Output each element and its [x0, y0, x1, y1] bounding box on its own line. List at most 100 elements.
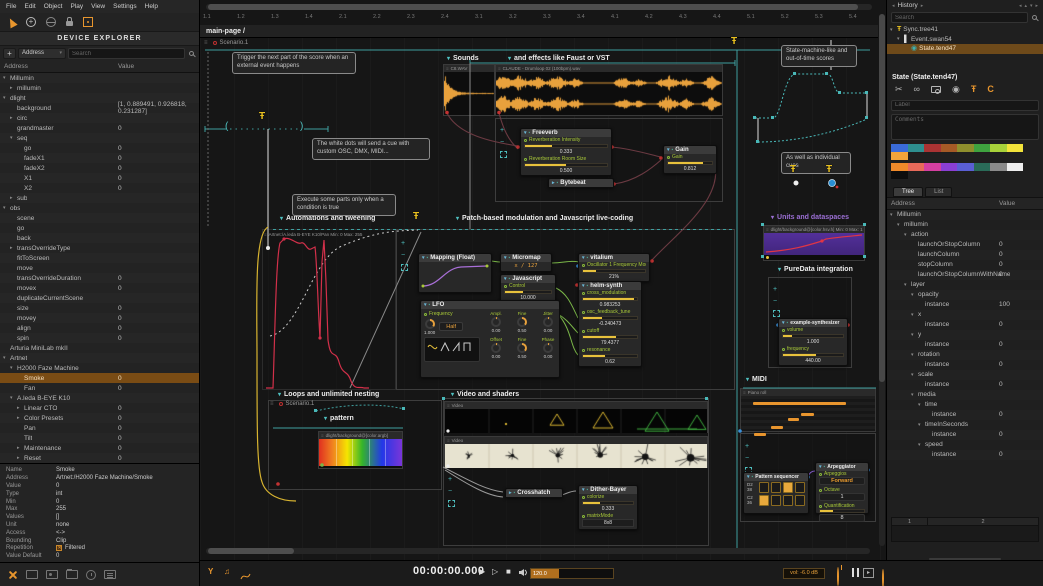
scenario-canvas[interactable]: 1.1 1.2 1.3 1.4 2.1 2.2 2.3 2.4 3.1 3.2 3.3 3.4 4.1 4…	[200, 0, 886, 560]
note-icon[interactable]: ♫	[224, 568, 230, 576]
menu-item[interactable]: Play	[70, 3, 83, 10]
message-icon[interactable]	[26, 570, 38, 579]
tree-row[interactable]: instance 0	[887, 410, 1043, 420]
cue-trigger-icon[interactable]: Ŧ	[826, 165, 832, 175]
tree-row[interactable]: ▾ Artnet	[0, 353, 199, 363]
tree-row[interactable]: ▾ time	[887, 400, 1043, 410]
speaker-icon[interactable]	[518, 568, 528, 579]
tree-row[interactable]: instance 0	[887, 360, 1043, 370]
palette-swatch[interactable]	[891, 151, 908, 160]
param-value[interactable]: Forward	[819, 477, 865, 485]
crossing-arrows-icon[interactable]	[8, 570, 18, 580]
tree-row[interactable]: go 0	[0, 143, 199, 153]
loops-label[interactable]: ▾ Loops and unlimited nesting	[278, 391, 379, 398]
address-dropdown[interactable]: Address ▾	[18, 48, 66, 59]
node-lfo[interactable]: ▾ ▪ LFO Frequency 1.000 Half Ampl. 0.00 …	[420, 300, 560, 378]
video-clip-2[interactable]: ≡ Video	[444, 436, 708, 468]
tree-row[interactable]: instance 0	[887, 430, 1043, 440]
automations-label[interactable]: ▾ Automations and tweening	[280, 215, 375, 222]
step-cell[interactable]	[759, 495, 769, 506]
tree-row[interactable]: ▾ obs	[0, 203, 199, 213]
panel-down-icon[interactable]: ▾	[1030, 3, 1033, 9]
zoom-icon[interactable]	[882, 569, 884, 586]
menu-item[interactable]: Edit	[24, 3, 35, 10]
units-automation-clip[interactable]: ≡ dlight/background@[color.hsv.h] Min: 0 …	[763, 225, 865, 261]
waveform-selector[interactable]	[424, 337, 480, 362]
step-cell[interactable]	[795, 495, 805, 506]
tree-row[interactable]: X1 0	[0, 173, 199, 183]
tree-row[interactable]: ▾ seq	[0, 133, 199, 143]
tree-row[interactable]: ▾ layer	[887, 280, 1043, 290]
palette-swatch[interactable]	[973, 162, 990, 171]
bottom-canvas-scrollbar[interactable]	[206, 548, 870, 554]
power-icon[interactable]	[837, 567, 839, 586]
step-cell[interactable]	[783, 495, 793, 506]
video-clip-1[interactable]: ≡ Video	[444, 401, 708, 433]
loop-icon[interactable]: C	[987, 85, 994, 94]
tree-row[interactable]: ▾ millumin	[887, 220, 1043, 230]
knob[interactable]: Phase 0.00	[536, 337, 560, 362]
tree-row[interactable]: instance 0	[887, 450, 1043, 460]
create-tool-icon[interactable]: +	[26, 17, 36, 27]
palette-swatch[interactable]	[924, 162, 941, 171]
vertical-scrollbar[interactable]	[879, 14, 885, 546]
midi-note[interactable]	[801, 413, 814, 416]
node-param[interactable]: cross_modulation 0.983253	[579, 290, 641, 309]
tab-tree[interactable]: Tree	[893, 186, 924, 197]
tree-row[interactable]: movex 0	[0, 283, 199, 293]
midi-label[interactable]: ▾ MIDI	[746, 376, 767, 383]
tree-row[interactable]: ◉ State.tend47	[887, 44, 1043, 54]
audio-clip-kick[interactable]: ≡ C8.WAV	[443, 64, 495, 116]
node-mapping[interactable]: ▾ ▪ Mapping (Float)	[418, 253, 492, 293]
step-cell[interactable]	[771, 495, 781, 506]
tree-row[interactable]: movey 0	[0, 313, 199, 323]
tree-row[interactable]: ▾ x	[887, 310, 1043, 320]
tempo-slider[interactable]: 120.0	[530, 568, 614, 579]
select-tool-icon[interactable]	[6, 16, 18, 28]
tree-row[interactable]: ▾ Millumin	[0, 73, 199, 83]
node-example-synthesizer[interactable]: ▾ ▪ example-synthesizer volume 1.000 frequen…	[778, 318, 848, 366]
video-label[interactable]: ▾ Video and shaders	[451, 391, 519, 398]
sounds-label[interactable]: ▾ Sounds	[447, 55, 479, 62]
node-vitalium[interactable]: ▾▪vitalium Oscillator 1 Frequency Morph …	[578, 253, 650, 282]
page-2[interactable]: 2	[928, 518, 1038, 525]
gradient-clip[interactable]: ≡ dlight/background@[color.argb]	[318, 431, 403, 469]
node-javascript[interactable]: ▾ ▪ Javascript Control 10.000	[500, 274, 556, 303]
menu-item[interactable]: File	[6, 3, 16, 10]
trigger-icon[interactable]: Ŧ	[259, 112, 265, 122]
knob[interactable]: Ampl. 0.00	[484, 311, 508, 336]
label-input[interactable]	[891, 99, 1039, 111]
node-param[interactable]: Oscillator 1 Frequency Morph Amount21%	[579, 262, 649, 281]
annotation-note[interactable]: Trigger the next part of the score when …	[232, 52, 356, 74]
tree-row[interactable]: ▾ H2000 Faze Machine	[0, 363, 199, 373]
tree-row[interactable]: go	[0, 223, 199, 233]
tree-row[interactable]: grandmaster 0	[0, 123, 199, 133]
volume-display[interactable]: vol: -6.0 dB	[783, 568, 825, 579]
tree-row[interactable]: ▾ A.leda B-EYE K10	[0, 393, 199, 403]
tree-row[interactable]: Fan 0	[0, 383, 199, 393]
checkbox[interactable]	[56, 545, 62, 552]
palette-swatch[interactable]	[973, 143, 990, 152]
list-icon[interactable]	[104, 570, 116, 579]
node-pattern-sequencer[interactable]: ▾ ▪ Pattern sequencer D2 38 C2 36	[743, 472, 809, 514]
midi-note[interactable]	[788, 418, 799, 421]
node-param[interactable]: resonance 0.62	[579, 347, 641, 366]
page-1[interactable]: 1	[892, 518, 928, 525]
tree-row[interactable]: Pan 0	[0, 423, 199, 433]
tree-row[interactable]: ▸ Linear CTO 0	[0, 403, 199, 413]
step-cell[interactable]	[771, 482, 781, 493]
palette-swatch[interactable]	[1006, 162, 1023, 171]
audio-clip-drumloop[interactable]: ≡ CLAUDE - Drumloop 02 (100bpm).wav	[495, 64, 723, 116]
tree-row[interactable]: ▾ media	[887, 390, 1043, 400]
menu-item[interactable]: Help	[145, 3, 158, 10]
tree-row[interactable]: Tilt 0	[0, 433, 199, 443]
trigger-icon[interactable]: Ŧ	[413, 212, 419, 222]
palette-swatch[interactable]	[891, 162, 908, 171]
pattern-label[interactable]: ▾ pattern	[324, 415, 354, 422]
tree-row[interactable]: stopColumn 0	[887, 260, 1043, 270]
fx-zoom-icons[interactable]: + −	[500, 127, 507, 158]
video-zoom-icons[interactable]: + −	[448, 476, 455, 507]
tree-row[interactable]: fitToScreen	[0, 253, 199, 263]
palette-swatch[interactable]	[891, 170, 908, 179]
add-device-button[interactable]: +	[3, 48, 16, 59]
